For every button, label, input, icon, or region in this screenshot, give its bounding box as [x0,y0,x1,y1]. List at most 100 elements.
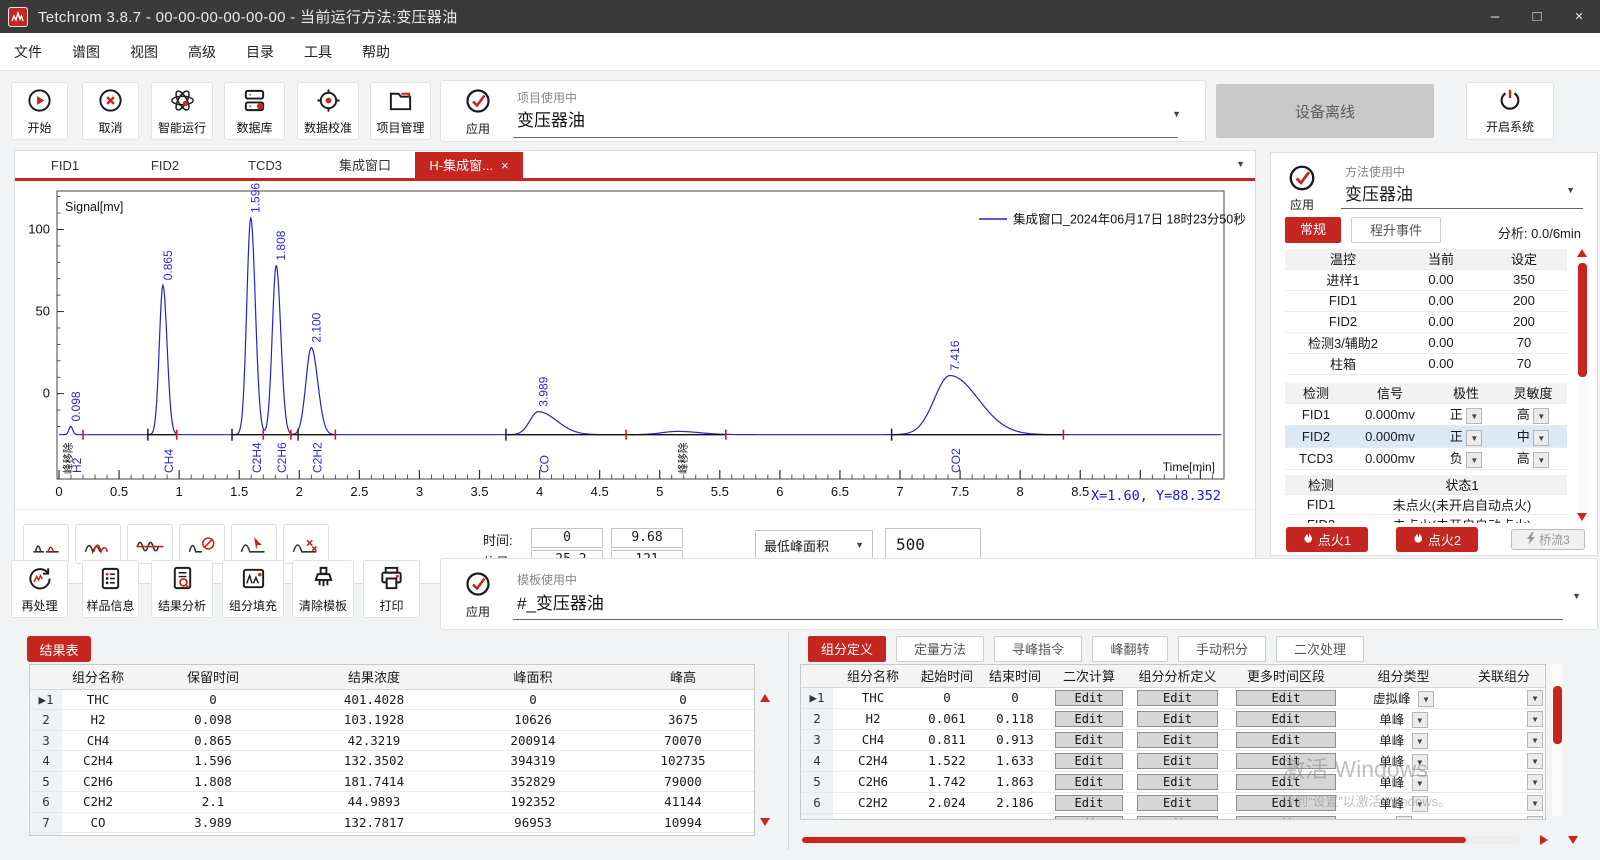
detector-row[interactable]: FID10.000mv正 ▼高 ▼ [1285,403,1567,425]
chevron-down-icon[interactable]: ▼ [1527,795,1543,811]
toolbar-button-reprocess[interactable]: 再处理 [11,560,68,618]
min-peak-area-input[interactable]: 500 [885,528,981,562]
maximize-button[interactable]: □ [1516,0,1558,33]
tab-temp-program[interactable]: 程升事件 [1351,217,1441,243]
component-tab-1[interactable]: 组分定义 [808,636,886,662]
menu-item-1[interactable]: 文件 [14,42,42,62]
menu-item-6[interactable]: 工具 [304,42,332,62]
chart-tab-TCD3[interactable]: TCD3 [215,152,315,179]
ignite-1-button[interactable]: 点火1 [1286,527,1368,552]
chevron-down-icon[interactable]: ▼ [1566,185,1575,195]
min-peak-area-dropdown[interactable]: 最低峰面积 ▼ [755,530,873,560]
chevron-down-icon[interactable]: ▼ [1466,408,1482,424]
detector-row[interactable]: FID20.000mv正 ▼中 ▼ [1285,425,1567,447]
chevron-down-icon[interactable]: ▼ [1533,408,1549,424]
tab-general[interactable]: 常规 [1285,217,1341,243]
time-to-input[interactable]: 9.68 [611,528,683,548]
chevron-down-icon[interactable]: ▼ [1527,711,1543,727]
scroll-down-icon[interactable] [1568,836,1578,844]
peaks-baseline-icon[interactable] [127,524,173,564]
component-row[interactable]: 6C2H22.0242.186EditEditEdit单峰 ▼▼ [801,792,1546,813]
component-tab-6[interactable]: 二次处理 [1276,636,1364,662]
chart-tab-FID1[interactable]: FID1 [15,152,115,179]
component-row[interactable]: 2H20.0610.118EditEditEdit单峰 ▼▼ [801,708,1546,729]
chevron-down-icon[interactable]: ▼ [1396,816,1412,820]
edit-button[interactable]: Edit [1137,774,1218,790]
edit-button[interactable]: Edit [1055,774,1122,790]
chevron-down-icon[interactable]: ▼ [1172,109,1181,119]
result-row[interactable]: ▶1THC0401.402800 [30,689,755,710]
menu-item-5[interactable]: 目录 [246,42,274,62]
apply-project-button[interactable]: 应用 [453,85,503,139]
chevron-down-icon[interactable]: ▼ [1533,452,1549,468]
chart-tab-active[interactable]: H-集成窗...× [415,152,523,179]
method-panel-scrollbar[interactable] [1577,247,1588,523]
ignite-2-button[interactable]: 点火2 [1396,527,1478,552]
tab-overflow-caret-icon[interactable]: ▼ [1236,159,1245,169]
chevron-down-icon[interactable]: ▼ [1527,732,1543,748]
chromatogram-chart[interactable]: 05010000.511.522.533.544.555.566.577.588… [19,183,1247,507]
chevron-down-icon[interactable]: ▼ [1527,816,1543,820]
scrollbar-thumb[interactable] [1553,686,1562,744]
edit-button[interactable]: Edit [1055,732,1122,748]
component-vscrollbar[interactable] [1552,664,1563,816]
toolbar-button-target[interactable]: 数据校准 [297,82,359,140]
edit-button[interactable]: Edit [1236,732,1337,748]
detector-row[interactable]: TCD30.000mv负 ▼高 ▼ [1285,447,1567,469]
chevron-down-icon[interactable]: ▼ [1412,712,1428,728]
edit-button[interactable]: Edit [1236,711,1337,727]
toolbar-button-database[interactable]: 数据库 [224,82,285,140]
chevron-down-icon[interactable]: ▼ [1533,430,1549,446]
menu-item-3[interactable]: 视图 [130,42,158,62]
edit-button[interactable]: Edit [1137,753,1218,769]
minimize-button[interactable]: – [1474,0,1516,33]
component-row[interactable]: 5C2H61.7421.863EditEditEdit单峰 ▼▼ [801,771,1546,792]
edit-button[interactable]: Edit [1055,795,1122,811]
chevron-down-icon[interactable]: ▼ [1466,430,1482,446]
toolbar-button-sample[interactable]: 样品信息 [82,560,139,618]
edit-button[interactable]: Edit [1137,816,1218,821]
edit-button[interactable]: Edit [1236,690,1337,706]
component-row[interactable]: 3CH40.8110.913EditEditEdit单峰 ▼▼ [801,729,1546,750]
chevron-down-icon[interactable]: ▼ [1412,775,1428,791]
menu-item-2[interactable]: 谱图 [72,42,100,62]
edit-button[interactable]: Edit [1236,816,1337,821]
chevron-down-icon[interactable]: ▼ [1412,754,1428,770]
component-hscrollbar[interactable] [800,836,1520,844]
menu-item-4[interactable]: 高级 [188,42,216,62]
toolbar-button-print[interactable]: 打印 [363,560,420,618]
chevron-down-icon[interactable]: ▼ [1412,733,1428,749]
results-table-button[interactable]: 结果表 [27,636,91,662]
component-tab-3[interactable]: 寻峰指令 [994,636,1082,662]
chevron-down-icon[interactable]: ▼ [1418,691,1434,707]
peak-exclude-icon[interactable] [179,524,225,564]
result-row[interactable]: 5C2H61.808181.741435282979000 [30,771,755,792]
apply-template-button[interactable]: 应用 [453,568,503,622]
method-value[interactable]: 变压器油 [1345,180,1413,205]
results-scroll-up-icon[interactable] [760,694,770,702]
result-row[interactable]: 7CO3.989132.78179695310994 [30,812,755,833]
chevron-down-icon[interactable]: ▼ [1527,753,1543,769]
project-value[interactable]: 变压器油 [517,106,585,131]
toolbar-button-analyze[interactable]: 结果分析 [151,560,213,618]
toolbar-button-play[interactable]: 开始 [11,82,68,140]
result-row[interactable]: 3CH40.86542.321920091470070 [30,730,755,751]
scrollbar-thumb[interactable] [802,837,1466,843]
chart-tab-FID2[interactable]: FID2 [115,152,215,179]
toolbar-button-folder[interactable]: 项目管理 [370,82,431,140]
edit-button[interactable]: Edit [1055,816,1122,821]
scroll-down-icon[interactable] [1577,513,1587,521]
result-row[interactable]: 4C2H41.596132.3502394319102735 [30,751,755,772]
component-tab-2[interactable]: 定量方法 [896,636,984,662]
peaks-overlay-icon[interactable] [75,524,121,564]
component-row[interactable]: Edit Edit Edit ▼ ▼ [801,813,1546,820]
scroll-up-icon[interactable] [1577,249,1587,257]
edit-button[interactable]: Edit [1055,690,1122,706]
toolbar-button-clean[interactable]: 清除模板 [292,560,354,618]
component-tab-4[interactable]: 峰翻转 [1092,636,1168,662]
results-scroll-down-icon[interactable] [760,818,770,826]
menu-item-7[interactable]: 帮助 [362,42,390,62]
component-row[interactable]: ▶1THC00EditEditEdit虚拟峰 ▼▼ [801,687,1546,708]
chevron-down-icon[interactable]: ▼ [1466,452,1482,468]
scroll-right-icon[interactable] [1540,835,1548,845]
